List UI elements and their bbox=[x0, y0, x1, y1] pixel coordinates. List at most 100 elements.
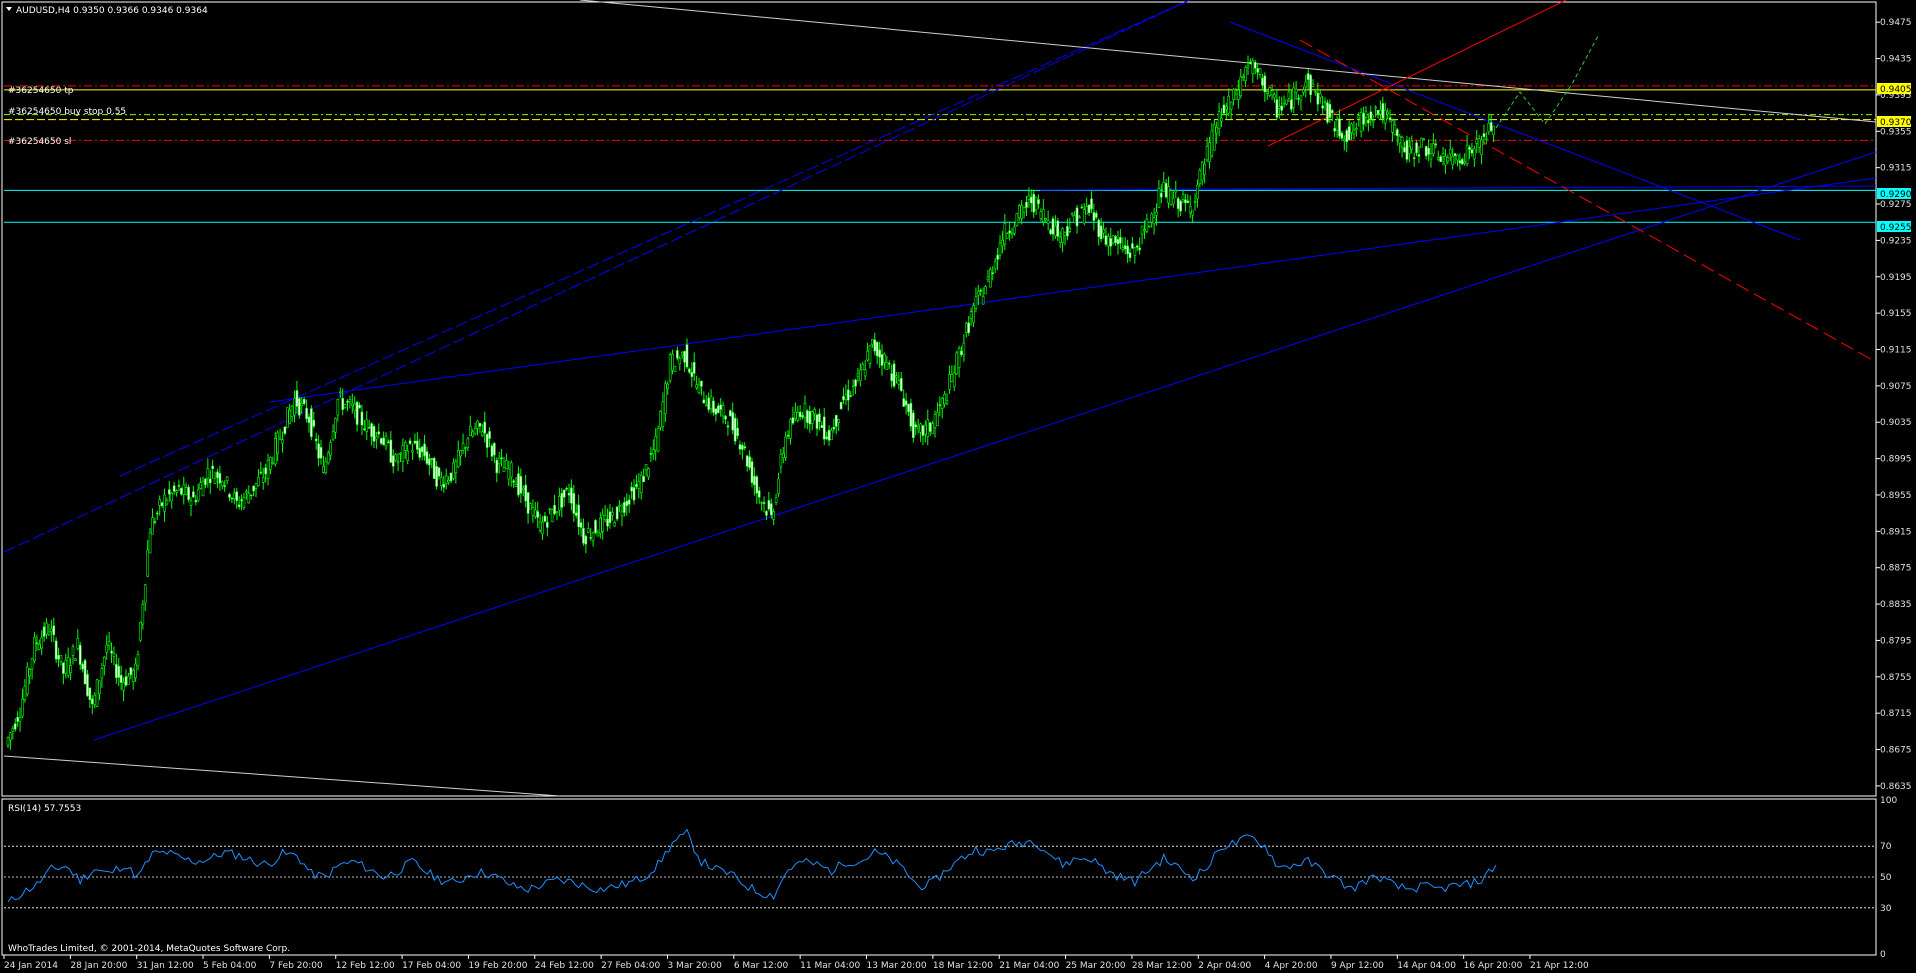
candle-body bbox=[521, 487, 525, 490]
chart-canvas[interactable]: 0.94750.94350.93950.93550.93150.92750.92… bbox=[0, 0, 1916, 973]
candle-body bbox=[235, 491, 239, 501]
candle-body bbox=[1436, 157, 1440, 160]
candle-body bbox=[1424, 146, 1428, 157]
candle-body bbox=[842, 396, 845, 401]
candle-body bbox=[1073, 215, 1076, 223]
candle-body bbox=[1075, 207, 1079, 227]
candle-body bbox=[286, 407, 289, 429]
candle-body bbox=[76, 638, 80, 650]
time-tick-label: 3 Mar 20:00 bbox=[667, 961, 722, 971]
candle-body bbox=[1468, 146, 1471, 150]
upper-dashed-trendline-b bbox=[119, 0, 1191, 477]
candle-body bbox=[907, 403, 910, 413]
candle-body bbox=[240, 499, 243, 502]
candle-body bbox=[608, 511, 612, 523]
candle-body bbox=[170, 492, 174, 502]
candle-body bbox=[1222, 104, 1226, 114]
candle-body bbox=[596, 532, 600, 537]
candle-body bbox=[1090, 198, 1093, 210]
time-tick-label: 24 Jan 2014 bbox=[4, 961, 58, 971]
candle-body bbox=[1444, 156, 1447, 166]
candle-body bbox=[940, 398, 944, 409]
candle-body bbox=[259, 471, 263, 474]
candle-body bbox=[375, 436, 378, 440]
candle-body bbox=[276, 432, 279, 454]
candle-body bbox=[589, 537, 592, 539]
candle-body bbox=[1157, 188, 1161, 208]
candle-body bbox=[514, 484, 518, 487]
price-tick-label: 0.9075 bbox=[1880, 382, 1912, 392]
candle-body bbox=[895, 375, 898, 378]
candle-body bbox=[702, 399, 706, 404]
candle-body bbox=[379, 438, 383, 444]
candle-body bbox=[25, 666, 29, 695]
candle-body bbox=[945, 400, 949, 404]
time-tick-label: 18 Mar 12:00 bbox=[933, 961, 993, 971]
candle-body bbox=[1417, 154, 1421, 157]
candle-body bbox=[124, 676, 128, 686]
candle-body bbox=[969, 311, 973, 319]
candle-body bbox=[355, 401, 359, 425]
candle-body bbox=[1330, 110, 1334, 114]
candle-body bbox=[625, 500, 629, 506]
candle-body bbox=[38, 644, 41, 650]
candle-body bbox=[1429, 153, 1433, 160]
candle-body bbox=[591, 532, 595, 542]
candle-body bbox=[791, 417, 795, 424]
candle-body bbox=[738, 444, 742, 450]
candle-body bbox=[1371, 120, 1375, 123]
candle-body bbox=[733, 417, 737, 442]
candle-body bbox=[834, 414, 838, 427]
candle-body bbox=[1446, 157, 1450, 162]
candle-body bbox=[719, 404, 722, 410]
candle-body bbox=[697, 384, 701, 394]
candle-body bbox=[517, 473, 520, 496]
candle-body bbox=[1147, 225, 1151, 228]
candle-body bbox=[69, 665, 72, 673]
candle-body bbox=[755, 476, 759, 494]
candle-body bbox=[707, 397, 710, 410]
candle-body bbox=[1104, 235, 1108, 245]
candle-body bbox=[1099, 225, 1103, 240]
candle-body bbox=[859, 369, 862, 381]
candle-body bbox=[678, 358, 682, 364]
symbol-header: AUDUSD,H4 0.9350 0.9366 0.9346 0.9364 bbox=[16, 6, 208, 16]
candle-body bbox=[442, 483, 446, 488]
candle-body bbox=[1465, 144, 1469, 165]
candle-body bbox=[1311, 83, 1315, 87]
candle-body bbox=[194, 499, 198, 503]
candle-body bbox=[827, 429, 831, 441]
tp-order-label: #36254650 tp bbox=[8, 86, 74, 96]
candle-body bbox=[1256, 68, 1259, 73]
candle-body bbox=[59, 655, 63, 663]
candle-body bbox=[1058, 236, 1062, 243]
candle-body bbox=[1193, 200, 1197, 203]
candle-body bbox=[572, 493, 576, 514]
candle-body bbox=[1383, 109, 1387, 124]
candle-body bbox=[1114, 236, 1117, 244]
candle-body bbox=[180, 487, 183, 495]
candle-body bbox=[1215, 126, 1218, 134]
candle-body bbox=[131, 670, 135, 682]
candle-body bbox=[199, 482, 202, 489]
candle-body bbox=[423, 443, 426, 457]
candle-body bbox=[411, 450, 414, 453]
candle-body bbox=[989, 269, 992, 288]
candle-body bbox=[1039, 211, 1043, 219]
time-tick-label: 14 Apr 04:00 bbox=[1397, 961, 1456, 971]
candle-body bbox=[649, 453, 653, 455]
dropdown-triangle-icon[interactable] bbox=[6, 7, 12, 11]
candle-body bbox=[1133, 247, 1137, 256]
candle-body bbox=[683, 350, 686, 363]
candle-body bbox=[914, 424, 918, 428]
candle-body bbox=[887, 362, 891, 365]
candle-body bbox=[863, 369, 867, 377]
candle-body bbox=[1485, 138, 1488, 141]
candle-body bbox=[680, 352, 684, 356]
candle-body bbox=[213, 478, 217, 484]
candle-body bbox=[574, 512, 578, 516]
price-tick-label: 0.9035 bbox=[1880, 418, 1912, 428]
candle-body bbox=[1210, 130, 1214, 157]
candle-body bbox=[1203, 163, 1206, 176]
candle-body bbox=[1489, 122, 1493, 131]
